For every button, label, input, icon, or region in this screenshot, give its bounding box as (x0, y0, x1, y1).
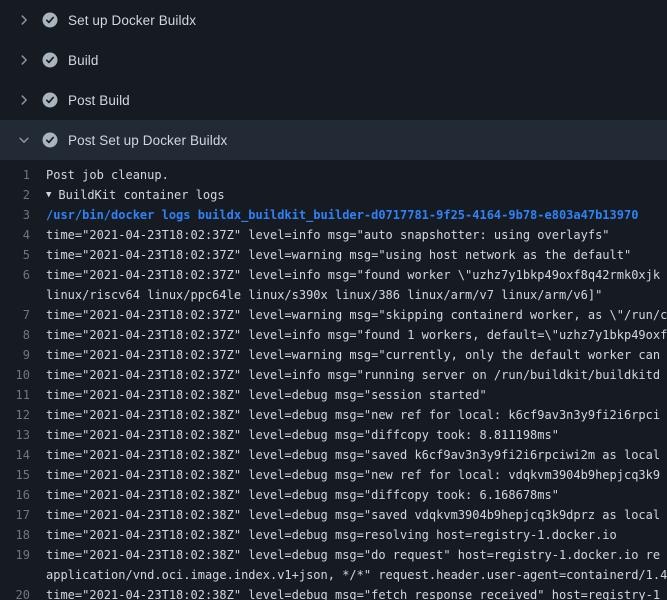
log-line-text: /usr/bin/docker logs buildx_buildkit_bui… (46, 205, 667, 225)
steps-list: Set up Docker Buildx Build Post Build Po… (0, 0, 667, 160)
log-line: 17 ▼ time="2021-04-23T18:02:38Z" level=d… (0, 505, 667, 525)
log-line: 9 ▼ time="2021-04-23T18:02:37Z" level=wa… (0, 345, 667, 365)
line-number[interactable]: 17 (0, 505, 46, 525)
log-lines: 1 ▼ Post job cleanup. 2 ▼ BuildKit conta… (0, 160, 667, 600)
step-label: Build (68, 53, 99, 68)
line-number[interactable]: 13 (0, 425, 46, 445)
log-line-text: time="2021-04-23T18:02:37Z" level=info m… (46, 365, 667, 385)
log-line: 14 ▼ time="2021-04-23T18:02:38Z" level=d… (0, 445, 667, 465)
line-number[interactable]: 12 (0, 405, 46, 425)
log-line-text: time="2021-04-23T18:02:38Z" level=debug … (46, 465, 667, 485)
log-line: 5 ▼ time="2021-04-23T18:02:37Z" level=wa… (0, 245, 667, 265)
log-line-text: time="2021-04-23T18:02:38Z" level=debug … (46, 585, 667, 600)
line-number[interactable]: 7 (0, 305, 46, 325)
log-line: 19 ▼ time="2021-04-23T18:02:38Z" level=d… (0, 545, 667, 565)
step-header-post-build[interactable]: Post Build (0, 80, 667, 120)
group-expand-icon: ▼ (46, 185, 51, 205)
log-line: 12 ▼ time="2021-04-23T18:02:38Z" level=d… (0, 405, 667, 425)
chevron-icon (16, 52, 32, 68)
step-label: Post Set up Docker Buildx (68, 133, 227, 148)
log-line-text: time="2021-04-23T18:02:38Z" level=debug … (46, 445, 667, 465)
line-number[interactable]: 20 (0, 585, 46, 600)
step-label: Set up Docker Buildx (68, 13, 196, 28)
log-line-text[interactable]: BuildKit container logs (58, 185, 667, 205)
log-line-text: time="2021-04-23T18:02:38Z" level=debug … (46, 425, 667, 445)
line-number[interactable]: 6 (0, 265, 46, 285)
log-line-text: time="2021-04-23T18:02:38Z" level=debug … (46, 385, 667, 405)
log-line-text: time="2021-04-23T18:02:37Z" level=warnin… (46, 245, 667, 265)
check-circle-icon (42, 92, 58, 108)
log-line-text: linux/riscv64 linux/ppc64le linux/s390x … (46, 285, 667, 305)
log-line-text: time="2021-04-23T18:02:38Z" level=debug … (46, 405, 667, 425)
log-line: ▼ linux/riscv64 linux/ppc64le linux/s390… (0, 285, 667, 305)
log-line: ▼ application/vnd.oci.image.index.v1+jso… (0, 565, 667, 585)
line-number[interactable]: 9 (0, 345, 46, 365)
log-line-text: time="2021-04-23T18:02:37Z" level=warnin… (46, 345, 667, 365)
line-number[interactable]: 1 (0, 165, 46, 185)
log-line: 15 ▼ time="2021-04-23T18:02:38Z" level=d… (0, 465, 667, 485)
actions-log-viewer: Set up Docker Buildx Build Post Build Po… (0, 0, 667, 600)
log-line-text: time="2021-04-23T18:02:37Z" level=info m… (46, 325, 667, 345)
log-line-text: time="2021-04-23T18:02:37Z" level=info m… (46, 225, 667, 245)
chevron-icon (16, 132, 32, 148)
line-number[interactable]: 10 (0, 365, 46, 385)
log-line: 7 ▼ time="2021-04-23T18:02:37Z" level=wa… (0, 305, 667, 325)
log-line: 3 ▼ /usr/bin/docker logs buildx_buildkit… (0, 205, 667, 225)
check-circle-icon (42, 52, 58, 68)
log-line: 10 ▼ time="2021-04-23T18:02:37Z" level=i… (0, 365, 667, 385)
line-number[interactable]: 4 (0, 225, 46, 245)
log-line-text: time="2021-04-23T18:02:38Z" level=debug … (46, 505, 667, 525)
line-number[interactable]: 5 (0, 245, 46, 265)
check-circle-icon (42, 132, 58, 148)
line-number[interactable]: 11 (0, 385, 46, 405)
line-number[interactable] (0, 565, 46, 585)
log-line-text: time="2021-04-23T18:02:37Z" level=warnin… (46, 305, 667, 325)
log-line: 13 ▼ time="2021-04-23T18:02:38Z" level=d… (0, 425, 667, 445)
log-line: 2 ▼ BuildKit container logs (0, 185, 667, 205)
step-header-set-up-docker-buildx[interactable]: Set up Docker Buildx (0, 0, 667, 40)
log-line: 11 ▼ time="2021-04-23T18:02:38Z" level=d… (0, 385, 667, 405)
line-number[interactable]: 3 (0, 205, 46, 225)
line-number[interactable]: 8 (0, 325, 46, 345)
log-line-text: time="2021-04-23T18:02:38Z" level=debug … (46, 545, 667, 565)
log-line: 1 ▼ Post job cleanup. (0, 165, 667, 185)
log-line-text: time="2021-04-23T18:02:38Z" level=debug … (46, 525, 667, 545)
log-line: 8 ▼ time="2021-04-23T18:02:37Z" level=in… (0, 325, 667, 345)
step-header-build[interactable]: Build (0, 40, 667, 80)
log-line-text: application/vnd.oci.image.index.v1+json,… (46, 565, 667, 585)
log-line: 4 ▼ time="2021-04-23T18:02:37Z" level=in… (0, 225, 667, 245)
check-circle-icon (42, 12, 58, 28)
step-header-post-set-up-docker-buildx[interactable]: Post Set up Docker Buildx (0, 120, 667, 160)
log-line-text: Post job cleanup. (46, 165, 667, 185)
line-number[interactable]: 18 (0, 525, 46, 545)
line-number[interactable]: 16 (0, 485, 46, 505)
line-number[interactable]: 2 (0, 185, 46, 205)
step-label: Post Build (68, 93, 130, 108)
line-number[interactable]: 19 (0, 545, 46, 565)
log-line: 6 ▼ time="2021-04-23T18:02:37Z" level=in… (0, 265, 667, 285)
chevron-icon (16, 12, 32, 28)
log-line: 20 ▼ time="2021-04-23T18:02:38Z" level=d… (0, 585, 667, 600)
log-line-text: time="2021-04-23T18:02:37Z" level=info m… (46, 265, 667, 285)
log-line: 18 ▼ time="2021-04-23T18:02:38Z" level=d… (0, 525, 667, 545)
line-number[interactable] (0, 285, 46, 305)
line-number[interactable]: 15 (0, 465, 46, 485)
line-number[interactable]: 14 (0, 445, 46, 465)
log-line: 16 ▼ time="2021-04-23T18:02:38Z" level=d… (0, 485, 667, 505)
chevron-icon (16, 92, 32, 108)
log-line-text: time="2021-04-23T18:02:38Z" level=debug … (46, 485, 667, 505)
